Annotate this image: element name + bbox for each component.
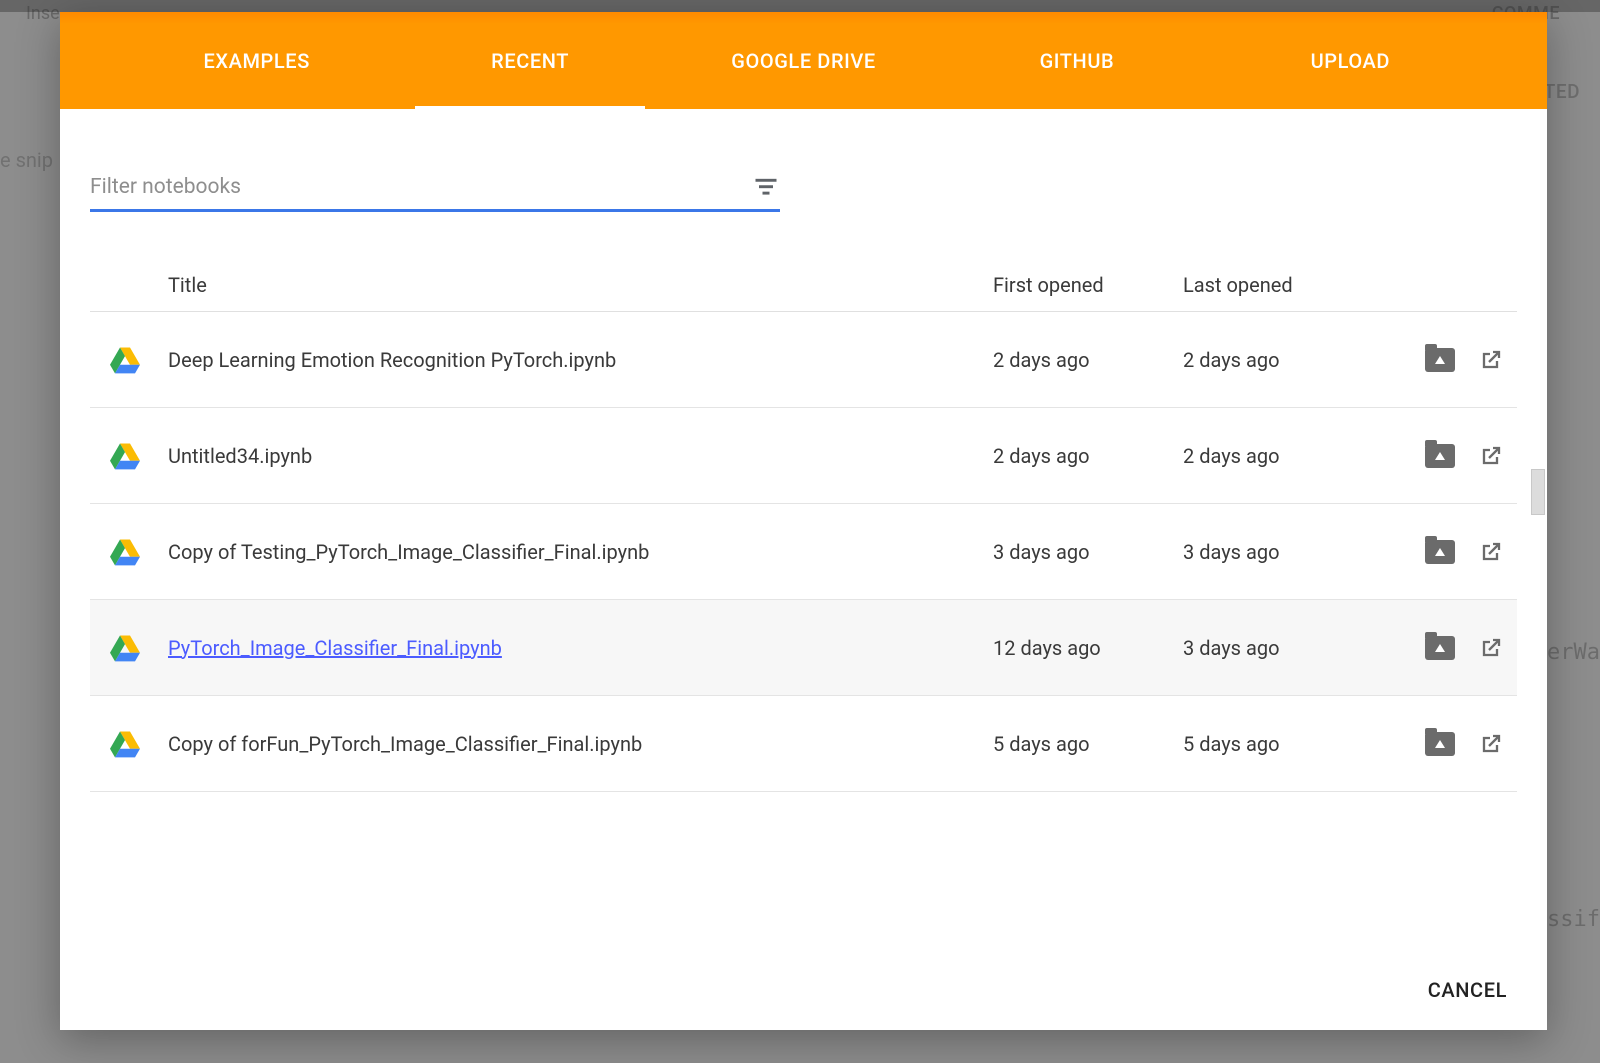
dialog-tabbar: EXAMPLES RECENT GOOGLE DRIVE GITHUB UPLO… <box>60 12 1547 109</box>
col-header-last-opened[interactable]: Last opened <box>1183 273 1383 297</box>
open-in-drive-icon[interactable] <box>1425 348 1455 372</box>
dialog-body: Title First opened Last opened Deep Lear… <box>60 109 1547 950</box>
table-row[interactable]: Copy of forFun_PyTorch_Image_Classifier_… <box>90 696 1517 792</box>
col-header-title[interactable]: Title <box>168 273 993 297</box>
open-new-tab-icon[interactable] <box>1479 444 1503 468</box>
notebook-title[interactable]: PyTorch_Image_Classifier_Final.ipynb <box>168 636 502 660</box>
table-header-row: Title First opened Last opened <box>90 258 1517 312</box>
open-notebook-dialog: EXAMPLES RECENT GOOGLE DRIVE GITHUB UPLO… <box>60 12 1547 1030</box>
open-new-tab-icon[interactable] <box>1479 636 1503 660</box>
open-new-tab-icon[interactable] <box>1479 348 1503 372</box>
table-row[interactable]: Deep Learning Emotion Recognition PyTorc… <box>90 312 1517 408</box>
notebook-title[interactable]: Copy of Testing_PyTorch_Image_Classifier… <box>168 540 993 564</box>
first-opened: 2 days ago <box>993 348 1183 372</box>
open-in-drive-icon[interactable] <box>1425 636 1455 660</box>
filter-bar <box>90 169 780 212</box>
filter-icon[interactable] <box>752 173 780 201</box>
cancel-button[interactable]: CANCEL <box>1428 978 1507 1002</box>
last-opened: 3 days ago <box>1183 540 1383 564</box>
tab-github[interactable]: GITHUB <box>940 12 1213 109</box>
table-row[interactable]: PyTorch_Image_Classifier_Final.ipynb 12 … <box>90 600 1517 696</box>
table-row[interactable]: Copy of Testing_PyTorch_Image_Classifier… <box>90 504 1517 600</box>
open-in-drive-icon[interactable] <box>1425 444 1455 468</box>
drive-icon <box>110 635 168 661</box>
notebook-table: Title First opened Last opened Deep Lear… <box>90 258 1517 792</box>
col-header-first-opened[interactable]: First opened <box>993 273 1183 297</box>
drive-icon <box>110 539 168 565</box>
filter-input[interactable] <box>90 175 740 199</box>
drive-icon <box>110 443 168 469</box>
tab-recent[interactable]: RECENT <box>393 12 666 109</box>
drive-icon <box>110 347 168 373</box>
last-opened: 3 days ago <box>1183 636 1383 660</box>
notebook-title[interactable]: Deep Learning Emotion Recognition PyTorc… <box>168 348 993 372</box>
tab-examples[interactable]: EXAMPLES <box>120 12 393 109</box>
dialog-footer: CANCEL <box>60 950 1547 1030</box>
open-in-drive-icon[interactable] <box>1425 732 1455 756</box>
notebook-title[interactable]: Copy of forFun_PyTorch_Image_Classifier_… <box>168 732 993 756</box>
drive-icon <box>110 731 168 757</box>
first-opened: 3 days ago <box>993 540 1183 564</box>
first-opened: 2 days ago <box>993 444 1183 468</box>
last-opened: 2 days ago <box>1183 348 1383 372</box>
open-in-drive-icon[interactable] <box>1425 540 1455 564</box>
last-opened: 2 days ago <box>1183 444 1383 468</box>
first-opened: 12 days ago <box>993 636 1183 660</box>
open-new-tab-icon[interactable] <box>1479 540 1503 564</box>
table-row[interactable]: Untitled34.ipynb 2 days ago 2 days ago <box>90 408 1517 504</box>
first-opened: 5 days ago <box>993 732 1183 756</box>
notebook-title[interactable]: Untitled34.ipynb <box>168 444 993 468</box>
tab-google-drive[interactable]: GOOGLE DRIVE <box>667 12 940 109</box>
open-new-tab-icon[interactable] <box>1479 732 1503 756</box>
scrollbar-thumb[interactable] <box>1531 469 1545 515</box>
last-opened: 5 days ago <box>1183 732 1383 756</box>
tab-upload[interactable]: UPLOAD <box>1214 12 1487 109</box>
